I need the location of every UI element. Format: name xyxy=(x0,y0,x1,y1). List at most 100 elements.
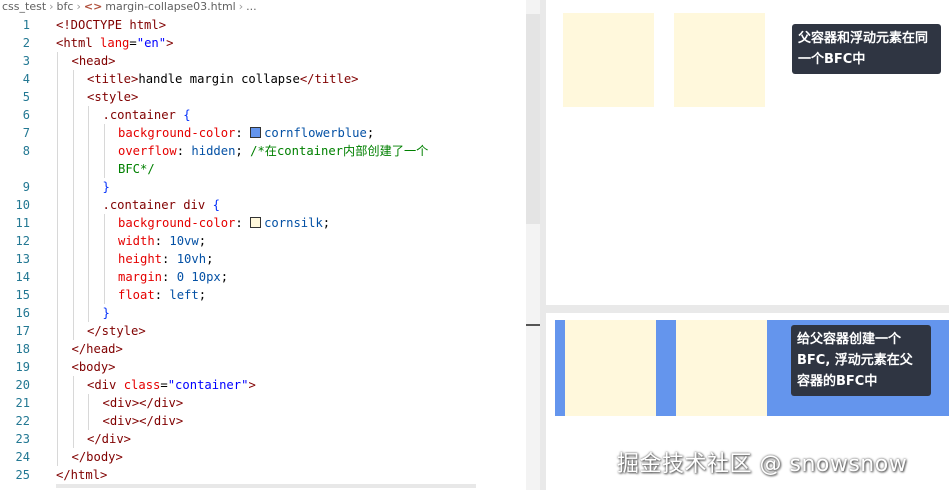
code-text: background-color: cornflowerblue; xyxy=(118,124,374,142)
preview-panel-top: 父容器和浮动元素在同一个BFC中 xyxy=(546,0,949,305)
code-line[interactable]: 24 </body> xyxy=(0,448,540,466)
code-line[interactable]: 7 background-color: cornflowerblue; xyxy=(0,124,540,142)
code-token: .container div xyxy=(102,198,213,212)
breadcrumb: css_test › bfc › <> margin-collapse03.html ›..… xyxy=(0,0,540,14)
code-text: </body> xyxy=(72,448,123,466)
code-line[interactable]: 9} xyxy=(0,178,540,196)
indent-guide xyxy=(72,304,74,322)
code-line[interactable]: 19 <body> xyxy=(0,358,540,376)
code-line[interactable]: 16} xyxy=(0,304,540,322)
code-line[interactable]: 18 </head> xyxy=(0,340,540,358)
tooltip-label: 父容器和浮动元素在同一个BFC中 xyxy=(792,24,941,74)
code-line[interactable]: 3 <head> xyxy=(0,52,540,70)
code-token: <div xyxy=(87,378,124,392)
code-token: 0 10px xyxy=(176,270,221,284)
horizontal-scrollbar[interactable] xyxy=(56,484,476,488)
float-box-2 xyxy=(674,13,765,107)
code-line[interactable]: 2 <html lang="en"> xyxy=(0,34,540,52)
code-token: <html xyxy=(56,36,101,50)
scrollbar-thumb[interactable] xyxy=(526,14,540,224)
indent-guide xyxy=(88,412,89,430)
indent-guide xyxy=(88,250,89,268)
code-token: class xyxy=(123,378,161,392)
indent-guide xyxy=(103,214,105,232)
code-line[interactable]: 25 </html> xyxy=(0,466,540,484)
breadcrumb-item-more[interactable]: ... xyxy=(246,0,257,13)
panel-divider-horizontal[interactable] xyxy=(546,305,949,313)
line-number: 2 xyxy=(22,36,30,50)
html-file-icon: <> xyxy=(83,0,103,13)
indent-guide xyxy=(57,124,58,142)
indent-guide xyxy=(103,232,105,250)
indent-guide xyxy=(103,250,105,268)
code-token: "en" xyxy=(136,36,167,50)
line-number: 8 xyxy=(22,144,30,158)
line-number: 9 xyxy=(22,180,30,194)
code-line[interactable]: 21 <div></div> xyxy=(0,394,540,412)
line-number: 11 xyxy=(15,216,30,230)
code-text: BFC*/ xyxy=(118,160,155,178)
code-token: ; xyxy=(220,270,229,284)
code-token: <head> xyxy=(71,54,116,68)
indent-guide xyxy=(57,412,58,430)
color-swatch-icon[interactable] xyxy=(250,217,262,228)
color-swatch-icon[interactable] xyxy=(250,127,262,138)
code-text: <title>handle margin collapse</title> xyxy=(87,70,359,88)
code-line[interactable]: 15 float: left; xyxy=(0,286,540,304)
indent-guide xyxy=(57,250,58,268)
code-line[interactable]: 22 <div></div> xyxy=(0,412,540,430)
code-line[interactable]: 6 .container { xyxy=(0,106,540,124)
code-line[interactable]: 17 </style> xyxy=(0,322,540,340)
code-token: ; xyxy=(206,252,214,266)
line-number: 10 xyxy=(15,198,30,212)
breadcrumb-item-folder[interactable]: css_test xyxy=(2,0,46,13)
code-line[interactable]: 4 <title>handle margin collapse</title> xyxy=(0,70,540,88)
code-text: </head> xyxy=(72,340,123,358)
breadcrumb-item-subfolder[interactable]: bfc xyxy=(57,0,74,13)
code-line[interactable]: 10 .container div { xyxy=(0,196,540,214)
code-editor[interactable]: css_test › bfc › <> margin-collapse03.html ›..… xyxy=(0,0,540,490)
indent-guide xyxy=(57,268,58,286)
code-area[interactable]: 1 <!DOCTYPE html> 2 <html lang="en"> 3 <head>… xyxy=(0,16,540,484)
code-line[interactable]: 20 <div class="container"> xyxy=(0,376,540,394)
indent-guide xyxy=(88,196,89,214)
breadcrumb-item-file[interactable]: margin-collapse03.html xyxy=(105,0,235,13)
code-line[interactable]: 11 background-color: cornsilk; xyxy=(0,214,540,232)
line-number: 17 xyxy=(15,324,30,338)
code-line[interactable]: 13 height: 10vh; xyxy=(0,250,540,268)
indent-guide xyxy=(103,124,105,142)
code-line[interactable]: 1 <!DOCTYPE html> xyxy=(0,16,540,34)
indent-guide xyxy=(88,286,89,304)
indent-guide xyxy=(72,232,74,250)
indent-guide xyxy=(88,304,89,322)
code-token: hidden xyxy=(191,144,236,158)
code-token: <body> xyxy=(71,360,116,374)
code-token: : xyxy=(154,288,170,302)
indent-guide xyxy=(103,160,105,178)
code-line[interactable]: 23 </div> xyxy=(0,430,540,448)
line-number: 23 xyxy=(15,432,30,446)
code-line[interactable]: BFC*/ xyxy=(0,160,540,178)
code-token: 10vh xyxy=(176,252,207,266)
code-token: ; xyxy=(322,216,331,230)
code-line[interactable]: 14 margin: 0 10px; xyxy=(0,268,540,286)
line-number: 22 xyxy=(15,414,30,428)
code-token: cornflowerblue xyxy=(264,126,367,140)
code-line[interactable]: 12 width: 10vw; xyxy=(0,232,540,250)
indent-guide xyxy=(72,142,74,160)
code-token: /*在container内部创建了一个 xyxy=(250,144,429,158)
code-line[interactable]: 8 overflow: hidden; /*在container内部创建了一个 xyxy=(0,142,540,160)
code-text: .container div { xyxy=(103,196,220,214)
code-text: <div></div> xyxy=(103,412,184,430)
indent-guide xyxy=(57,196,58,214)
line-number: 6 xyxy=(22,108,30,122)
code-line[interactable]: 5 <style> xyxy=(0,88,540,106)
vertical-scrollbar[interactable] xyxy=(526,0,540,490)
indent-guide xyxy=(88,394,89,412)
float-box-2 xyxy=(676,320,767,416)
indent-guide xyxy=(72,322,74,340)
indent-guide xyxy=(72,124,74,142)
code-token: <div></div> xyxy=(102,396,184,410)
code-token: ; xyxy=(198,288,207,302)
code-text: } xyxy=(103,178,110,196)
